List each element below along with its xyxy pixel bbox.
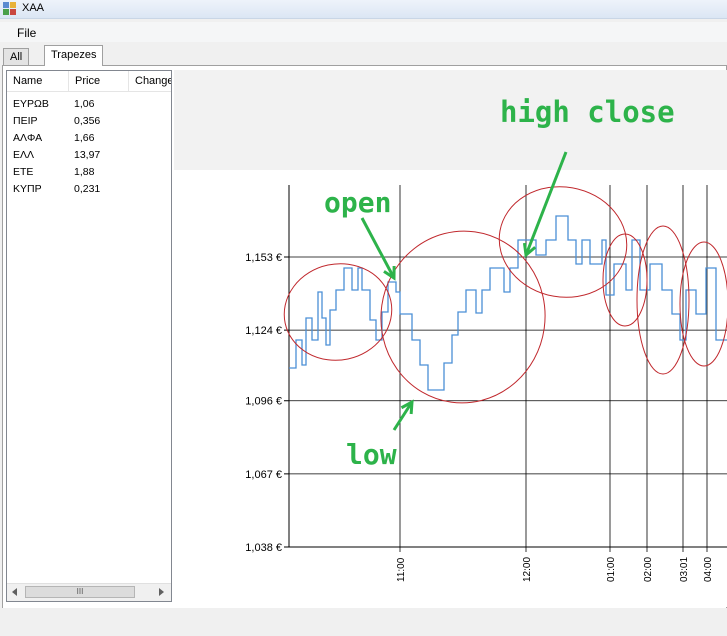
- horizontal-scrollbar[interactable]: III: [7, 583, 171, 601]
- menu-file[interactable]: File: [9, 25, 44, 41]
- scroll-thumb[interactable]: III: [25, 586, 135, 598]
- tab-strip: All Trapezes: [0, 44, 727, 66]
- window-title: XAA: [22, 2, 45, 14]
- tab-all-label: All: [10, 51, 23, 63]
- tab-trapezes-label: Trapezes: [51, 49, 97, 61]
- tab-all[interactable]: All: [3, 48, 30, 65]
- stock-price: 1,06: [74, 98, 95, 110]
- column-header-price[interactable]: Price: [69, 71, 129, 91]
- stock-name: ΕΛΛ: [13, 149, 35, 161]
- stock-name: ΠΕΙΡ: [13, 115, 38, 127]
- stock-price: 0,356: [74, 115, 101, 127]
- app-icon: [3, 2, 16, 15]
- stock-name: ΚΥΠΡ: [13, 183, 42, 195]
- list-item[interactable]: ΑΛΦΑ 1,66: [7, 130, 171, 147]
- chart-area: [174, 170, 727, 607]
- status-strip: [0, 608, 727, 636]
- stock-price: 1,88: [74, 166, 95, 178]
- list-item[interactable]: ΠΕΙΡ 0,356: [7, 113, 171, 130]
- stock-name: ΕΥΡΩΒ: [13, 98, 49, 110]
- stock-price: 1,66: [74, 132, 95, 144]
- list-item[interactable]: ΕΤΕ 1,88: [7, 164, 171, 181]
- scroll-left-icon[interactable]: [12, 588, 17, 596]
- stock-list[interactable]: Name Price Change ΕΥΡΩΒ 1,06 ΠΕΙΡ 0,356 …: [6, 70, 172, 602]
- list-item[interactable]: ΕΥΡΩΒ 1,06: [7, 96, 171, 113]
- title-bar: XAA: [0, 0, 727, 19]
- list-header: Name Price Change: [7, 71, 171, 92]
- tab-trapezes[interactable]: Trapezes: [44, 45, 104, 66]
- stock-name: ΑΛΦΑ: [13, 132, 43, 144]
- scroll-right-icon[interactable]: [159, 588, 164, 596]
- list-item[interactable]: ΕΛΛ 13,97: [7, 147, 171, 164]
- stock-price: 0,231: [74, 183, 101, 195]
- column-header-change[interactable]: Change: [129, 71, 171, 91]
- chart-header-area: [174, 70, 727, 170]
- stock-price: 13,97: [74, 149, 101, 161]
- list-item[interactable]: ΚΥΠΡ 0,231: [7, 181, 171, 198]
- stock-name: ΕΤΕ: [13, 166, 34, 178]
- column-header-name[interactable]: Name: [7, 71, 69, 91]
- menu-bar: File: [0, 22, 727, 42]
